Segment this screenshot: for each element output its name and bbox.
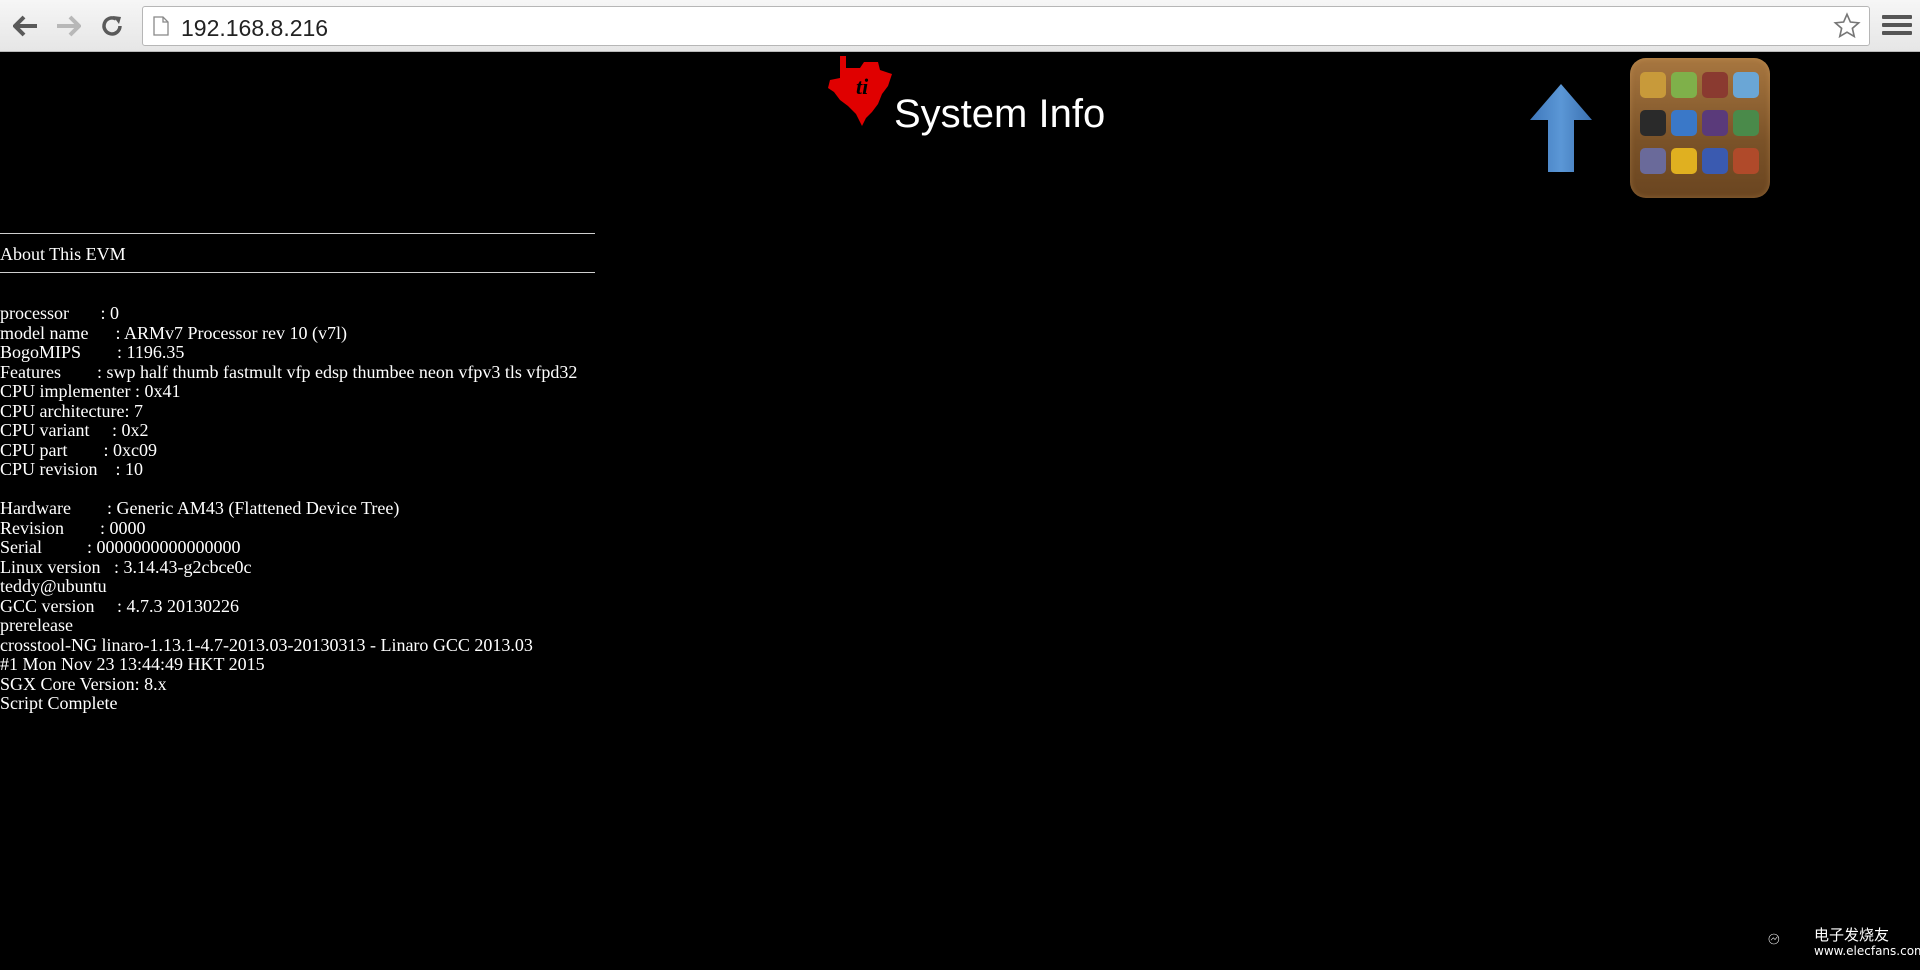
url-text[interactable]: 192.168.8.216 (181, 15, 328, 42)
back-icon (13, 15, 37, 37)
terminal-line: #1 Mon Nov 23 13:44:49 HKT 2015 (0, 654, 265, 674)
launcher-tile (1702, 148, 1728, 174)
app-launcher-icon[interactable] (1630, 58, 1770, 198)
terminal-line: CPU architecture: 7 (0, 400, 143, 421)
terminal-line: Linux version : 3.14.43-g2cbce0c (0, 556, 252, 577)
forward-icon (57, 15, 81, 37)
terminal-line: model name : ARMv7 Processor rev 10 (v7l… (0, 322, 347, 343)
launcher-tile (1702, 72, 1728, 98)
terminal-output: processor : 0 model name : ARMv7 Processo… (0, 303, 578, 714)
watermark-subtext: www.elecfans.com (1814, 944, 1920, 958)
back-button[interactable] (10, 10, 42, 42)
launcher-tile (1640, 72, 1666, 98)
terminal-line: crosstool-NG linaro-1.13.1-4.7-2013.03-2… (0, 634, 533, 655)
launcher-tile (1671, 72, 1697, 98)
bookmark-star-icon[interactable] (1833, 12, 1861, 40)
watermark-text: 电子发烧友 (1814, 926, 1890, 944)
terminal-line: CPU part : 0xc09 (0, 439, 157, 460)
reload-icon (102, 16, 122, 36)
terminal-line: CPU variant : 0x2 (0, 420, 149, 440)
terminal-line: CPU implementer : 0x41 (0, 381, 181, 401)
terminal-line: processor : 0 (0, 303, 119, 323)
terminal-line: CPU revision : 10 (0, 459, 144, 479)
page-title: System Info (894, 92, 1106, 136)
reload-button[interactable] (96, 10, 128, 42)
browser-toolbar: 192.168.8.216 (0, 0, 1920, 52)
watermark-logo-icon (1768, 933, 1780, 945)
terminal-line: Revision : 0000 (0, 517, 146, 538)
terminal-line: BogoMIPS : 1196.35 (0, 342, 185, 362)
terminal-line: SGX Core Version: 8.x (0, 673, 167, 694)
forward-button[interactable] (52, 10, 84, 42)
svg-text:ti: ti (856, 74, 869, 99)
launcher-tile (1733, 72, 1759, 98)
section-heading: About This EVM (0, 244, 126, 264)
terminal-line: prerelease (0, 615, 73, 635)
terminal-line: Script Complete (0, 693, 118, 713)
launcher-tile (1733, 110, 1759, 136)
terminal-line: Hardware : Generic AM43 (Flattened Devic… (0, 498, 400, 518)
terminal-line: Serial : 0000000000000000 (0, 537, 241, 557)
ti-logo-icon: ti (828, 56, 892, 126)
divider-bottom (0, 272, 595, 273)
launcher-tile (1733, 148, 1759, 174)
menu-icon[interactable] (1882, 12, 1912, 40)
up-arrow-icon[interactable] (1528, 82, 1594, 174)
address-bar[interactable]: 192.168.8.216 (142, 6, 1870, 46)
launcher-tile (1640, 148, 1666, 174)
launcher-tile (1640, 110, 1666, 136)
page-icon (153, 16, 169, 36)
terminal-line: teddy@ubuntu (0, 576, 107, 596)
launcher-tile (1671, 110, 1697, 136)
terminal-line: GCC version : 4.7.3 20130226 (0, 595, 240, 616)
launcher-tile (1702, 110, 1728, 136)
launcher-tile (1671, 148, 1697, 174)
terminal-line: Features : swp half thumb fastmult vfp e… (0, 361, 578, 382)
divider-top (0, 233, 595, 234)
